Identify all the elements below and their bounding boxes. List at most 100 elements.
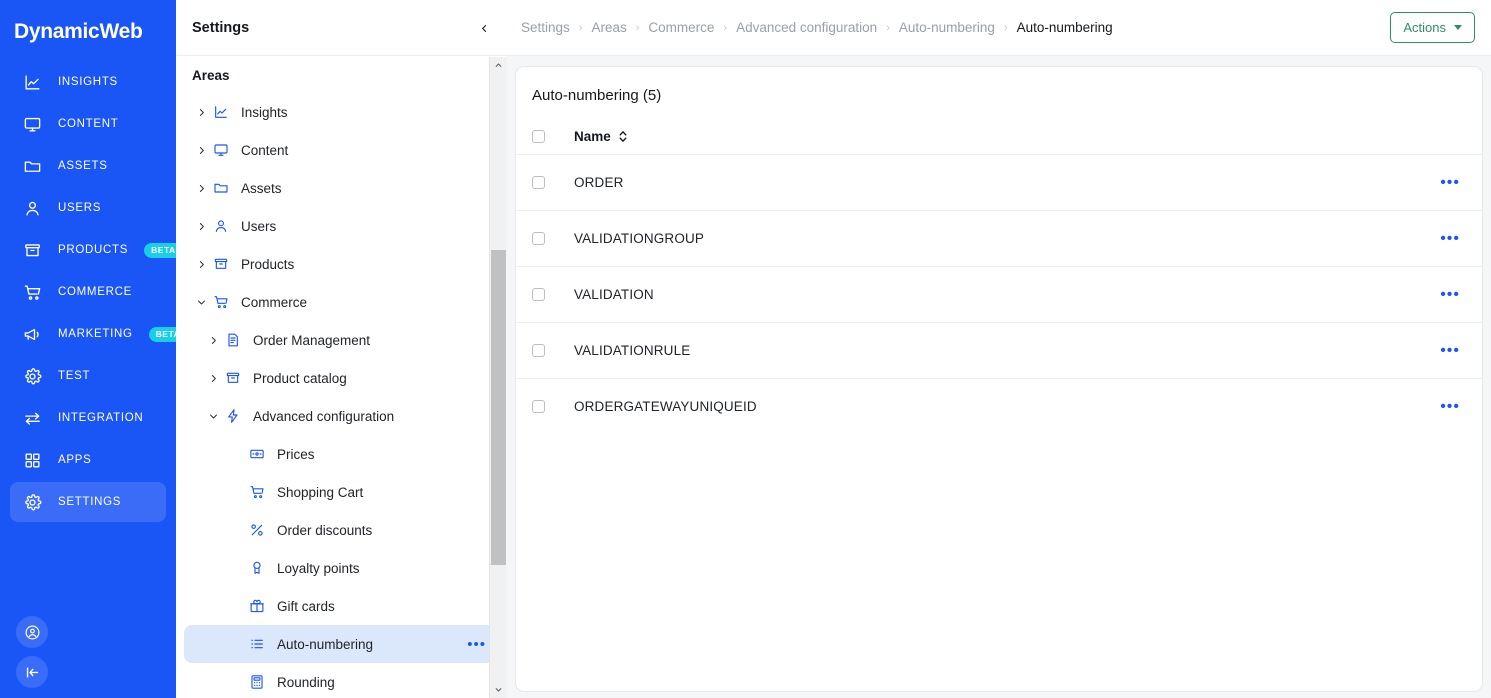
- tree-node-label: Shopping Cart: [277, 484, 364, 500]
- breadcrumb-separator: ›: [1003, 21, 1008, 34]
- chevron-down-icon[interactable]: [194, 295, 208, 309]
- tree-collapse-button[interactable]: [476, 20, 492, 36]
- tree-node-label: Product catalog: [253, 370, 347, 386]
- tree-node-rounding[interactable]: Rounding: [184, 663, 498, 698]
- row-checkbox[interactable]: [532, 176, 545, 189]
- tree-scrollbar[interactable]: [489, 57, 506, 698]
- collapse-rail-button[interactable]: [16, 656, 48, 688]
- tree-node-label: Auto-numbering: [277, 636, 374, 652]
- chart-line-icon: [212, 103, 230, 121]
- nav-item-integration[interactable]: INTEGRATION: [10, 398, 166, 438]
- chevron-right-icon[interactable]: [194, 219, 208, 233]
- tree-node-content[interactable]: Content: [184, 131, 498, 169]
- tree-node-insights[interactable]: Insights: [184, 93, 498, 131]
- nav-item-label: USERS: [58, 202, 102, 214]
- tree-node-assets[interactable]: Assets: [184, 169, 498, 207]
- scroll-down-button[interactable]: [490, 681, 507, 698]
- chevron-left-icon: [481, 24, 486, 32]
- chevron-right-icon[interactable]: [194, 181, 208, 195]
- nav-item-marketing[interactable]: MARKETING BETA: [10, 314, 188, 354]
- nav-item-test[interactable]: TEST: [10, 356, 166, 396]
- tree-node-label: Rounding: [277, 674, 335, 690]
- tree-node-prices[interactable]: Prices: [184, 435, 498, 473]
- row-menu-button[interactable]: •••: [1440, 231, 1460, 246]
- nav-item-label: CONTENT: [58, 118, 119, 130]
- nav-item-label: ASSETS: [58, 160, 108, 172]
- tree-node-product-catalog[interactable]: Product catalog: [184, 359, 498, 397]
- exchange-icon: [22, 408, 42, 428]
- tree-node-order-discounts[interactable]: Order discounts: [184, 511, 498, 549]
- tree-node-commerce[interactable]: Commerce: [184, 283, 498, 321]
- tree-node-label: Products: [241, 256, 295, 272]
- nav-item-label: MARKETING: [58, 328, 133, 340]
- tree-node-label: Order discounts: [277, 522, 373, 538]
- row-checkbox[interactable]: [532, 232, 545, 245]
- cart-icon: [22, 282, 42, 302]
- nav-item-label: SETTINGS: [58, 496, 122, 508]
- tree-node-products[interactable]: Products: [184, 245, 498, 283]
- chevron-down-icon[interactable]: [206, 409, 220, 423]
- top-bar: Settings › Areas › Commerce › Advanced configu…: [506, 0, 1491, 56]
- table-row[interactable]: VALIDATIONRULE •••: [516, 322, 1482, 378]
- scroll-up-button[interactable]: [490, 57, 507, 74]
- nav-item-commerce[interactable]: COMMERCE: [10, 272, 166, 312]
- chevron-up-icon: [495, 63, 502, 67]
- tree-node-users[interactable]: Users: [184, 207, 498, 245]
- tree-node-menu-button[interactable]: •••: [467, 637, 486, 652]
- folder-icon: [212, 179, 230, 197]
- table-row[interactable]: VALIDATION •••: [516, 266, 1482, 322]
- primary-nav-rail: DynamicWeb INSIGHTS CONTENT ASSETS USERS PRO…: [0, 0, 188, 698]
- chevron-right-icon[interactable]: [194, 105, 208, 119]
- nav-item-label: INSIGHTS: [58, 76, 118, 88]
- tree-node-loyalty-points[interactable]: Loyalty points: [184, 549, 498, 587]
- price-tag-icon: [248, 445, 266, 463]
- chevron-right-icon[interactable]: [206, 333, 220, 347]
- tree-node-gift-cards[interactable]: Gift cards: [184, 587, 498, 625]
- tree-node-advanced-configuration[interactable]: Advanced configuration: [184, 397, 498, 435]
- tree-body: Areas Insights Content Assets Users Products…: [176, 56, 506, 698]
- breadcrumb-item[interactable]: Advanced configuration: [736, 20, 877, 35]
- row-menu-button[interactable]: •••: [1440, 287, 1460, 302]
- tree-node-label: Content: [241, 142, 289, 158]
- breadcrumb-item[interactable]: Commerce: [648, 20, 714, 35]
- actions-button[interactable]: Actions: [1390, 12, 1475, 43]
- row-checkbox[interactable]: [532, 400, 545, 413]
- monitor-icon: [212, 141, 230, 159]
- breadcrumb-item[interactable]: Settings: [521, 20, 570, 35]
- tree-node-auto-numbering[interactable]: Auto-numbering •••: [184, 625, 498, 663]
- breadcrumb-item[interactable]: Auto-numbering: [899, 20, 995, 35]
- table-row[interactable]: VALIDATIONGROUP •••: [516, 210, 1482, 266]
- account-circle-button[interactable]: [16, 616, 48, 648]
- primary-nav-list: INSIGHTS CONTENT ASSETS USERS PRODUCTS BETA CO…: [0, 62, 188, 522]
- nav-item-apps[interactable]: APPS: [10, 440, 166, 480]
- tree-node-label: Commerce: [241, 294, 308, 310]
- megaphone-icon: [22, 324, 42, 344]
- select-all-checkbox[interactable]: [532, 129, 545, 143]
- row-menu-button[interactable]: •••: [1440, 399, 1460, 414]
- nav-item-settings[interactable]: SETTINGS: [10, 482, 166, 522]
- chevron-right-icon[interactable]: [206, 371, 220, 385]
- chevron-right-icon[interactable]: [194, 257, 208, 271]
- row-menu-button[interactable]: •••: [1440, 343, 1460, 358]
- table-header-row: Name: [516, 118, 1482, 154]
- breadcrumb-item[interactable]: Areas: [591, 20, 626, 35]
- tree-node-list: Insights Content Assets Users Products Commer…: [176, 93, 506, 698]
- row-checkbox[interactable]: [532, 288, 545, 301]
- table-row[interactable]: ORDERGATEWAYUNIQUEID •••: [516, 378, 1482, 434]
- tree-node-shopping-cart[interactable]: Shopping Cart: [184, 473, 498, 511]
- nav-item-insights[interactable]: INSIGHTS: [10, 62, 166, 102]
- row-checkbox[interactable]: [532, 344, 545, 357]
- nav-item-label: APPS: [58, 454, 92, 466]
- nav-item-label: COMMERCE: [58, 286, 132, 298]
- nav-item-products[interactable]: PRODUCTS BETA: [10, 230, 183, 270]
- row-menu-button[interactable]: •••: [1440, 175, 1460, 190]
- scrollbar-thumb[interactable]: [491, 250, 506, 565]
- nav-item-assets[interactable]: ASSETS: [10, 146, 166, 186]
- order-list-icon: [224, 331, 242, 349]
- tree-node-order-management[interactable]: Order Management: [184, 321, 498, 359]
- nav-item-content[interactable]: CONTENT: [10, 104, 166, 144]
- table-row[interactable]: ORDER •••: [516, 154, 1482, 210]
- nav-item-users[interactable]: USERS: [10, 188, 166, 228]
- chevron-right-icon[interactable]: [194, 143, 208, 157]
- sort-updown-icon[interactable]: [618, 130, 628, 143]
